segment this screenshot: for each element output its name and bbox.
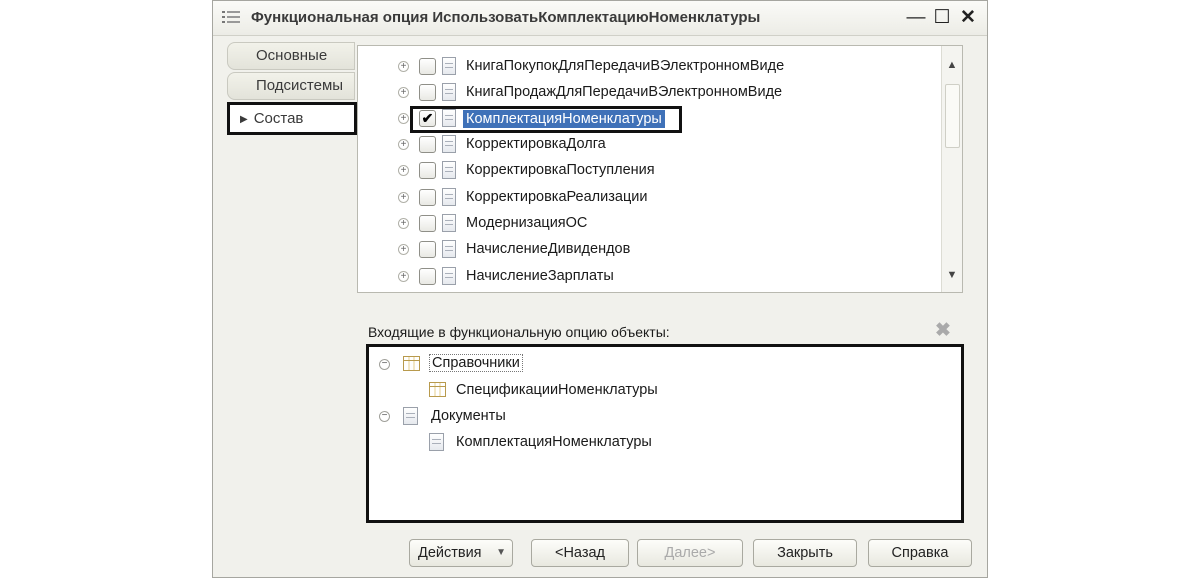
row-checkbox[interactable] <box>419 215 436 232</box>
tree-row[interactable]: + КнигаПродажДляПередачиВЭлектронномВиде <box>358 80 928 106</box>
row-checkbox[interactable] <box>419 189 436 206</box>
triangle-right-icon: ▶ <box>240 114 248 125</box>
next-button[interactable]: Далее> <box>637 539 743 567</box>
row-checkbox[interactable] <box>419 58 436 75</box>
highlight-box <box>410 106 682 133</box>
row-checkbox[interactable] <box>419 241 436 258</box>
included-objects-tree[interactable]: − Справочники СпецификацииНоменклатуры −… <box>366 344 964 523</box>
scroll-down-icon[interactable]: ▼ <box>942 264 962 286</box>
document-icon <box>442 267 456 285</box>
maximize-button[interactable]: ☐ <box>931 7 953 29</box>
document-icon <box>442 161 456 179</box>
row-label: КорректировкаРеализации <box>466 189 648 205</box>
window-title: Функциональная опция ИспользоватьКомплек… <box>251 9 761 26</box>
button-label: Действия <box>418 545 482 561</box>
row-checkbox[interactable] <box>419 84 436 101</box>
row-label: КорректировкаПоступления <box>466 162 655 178</box>
tree-row[interactable]: + МодернизацияОС <box>358 211 928 237</box>
scroll-up-icon[interactable]: ▲ <box>942 54 962 76</box>
expand-icon[interactable]: + <box>398 61 409 72</box>
tab-main[interactable]: Основные <box>227 42 355 70</box>
tree-row[interactable]: + КнигаПокупокДляПередачиВЭлектронномВид… <box>358 54 928 80</box>
actions-button[interactable]: Действия ▼ <box>409 539 513 567</box>
tree-row[interactable]: + КорректировкаДолга <box>358 132 928 158</box>
document-icon <box>429 433 444 451</box>
item-label: КомплектацияНоменклатуры <box>456 434 652 450</box>
document-icon <box>442 135 456 153</box>
collapse-icon[interactable]: − <box>379 411 390 422</box>
tree-row-selected[interactable]: + ✔ КомплектацияНоменклатуры <box>358 106 928 133</box>
title-bar: Функциональная опция ИспользоватьКомплек… <box>213 1 987 36</box>
group-label: Справочники <box>429 354 523 372</box>
catalog-icon <box>429 382 446 397</box>
tree-row[interactable]: + НачислениеДивидендов <box>358 237 928 263</box>
expand-icon[interactable]: + <box>398 271 409 282</box>
expand-icon[interactable]: + <box>398 192 409 203</box>
tree-row[interactable]: + НачислениеЗарплаты <box>358 264 928 290</box>
functional-option-window: Функциональная опция ИспользоватьКомплек… <box>212 0 988 578</box>
tree-row[interactable]: + КорректировкаПоступления <box>358 158 928 184</box>
document-icon <box>403 407 418 425</box>
tab-label: Основные <box>256 47 328 64</box>
included-objects-label: Входящие в функциональную опцию объекты: <box>368 324 670 340</box>
expand-icon[interactable]: + <box>398 165 409 176</box>
row-checkbox[interactable] <box>419 136 436 153</box>
menu-list-icon[interactable] <box>222 10 242 26</box>
close-window-button[interactable]: ✕ <box>957 7 979 29</box>
row-label: НачислениеДивидендов <box>466 241 631 257</box>
help-button[interactable]: Справка <box>868 539 972 567</box>
tab-content[interactable]: ▶ Состав <box>227 102 357 135</box>
expand-icon[interactable]: + <box>398 139 409 150</box>
expand-icon[interactable]: + <box>398 244 409 255</box>
document-icon <box>442 83 456 101</box>
row-label: МодернизацияОС <box>466 215 588 231</box>
tab-label: Состав <box>253 110 304 127</box>
vertical-scrollbar[interactable]: ▲ ▼ <box>941 46 962 292</box>
document-icon <box>442 240 456 258</box>
minimize-button[interactable]: — <box>905 7 927 29</box>
item-label: СпецификацииНоменклатуры <box>456 382 658 398</box>
tab-subsystems[interactable]: Подсистемы <box>227 72 355 100</box>
objects-tree[interactable]: + КнигаПокупокДляПередачиВЭлектронномВид… <box>357 45 963 293</box>
expand-icon[interactable]: + <box>398 87 409 98</box>
row-label: КорректировкаДолга <box>466 136 606 152</box>
clear-icon[interactable]: ✖ <box>935 319 951 342</box>
catalog-icon <box>403 356 420 371</box>
row-label: КнигаПокупокДляПередачиВЭлектронномВиде <box>466 58 785 74</box>
row-checkbox[interactable] <box>419 162 436 179</box>
chevron-down-icon: ▼ <box>496 547 506 558</box>
collapse-icon[interactable]: − <box>379 359 390 370</box>
back-button[interactable]: <Назад <box>531 539 629 567</box>
row-checkbox[interactable] <box>419 268 436 285</box>
document-icon <box>442 214 456 232</box>
group-label: Документы <box>431 408 506 424</box>
expand-icon[interactable]: + <box>398 218 409 229</box>
document-icon <box>442 188 456 206</box>
tab-label: Подсистемы <box>256 77 344 94</box>
row-label: НачислениеЗарплаты <box>466 268 614 284</box>
scroll-thumb[interactable] <box>945 84 960 148</box>
tree-row[interactable]: + КорректировкаРеализации <box>358 185 928 211</box>
document-icon <box>442 57 456 75</box>
expand-icon[interactable]: + <box>398 113 409 124</box>
close-button[interactable]: Закрыть <box>753 539 857 567</box>
row-label: КнигаПродажДляПередачиВЭлектронномВиде <box>466 84 783 100</box>
